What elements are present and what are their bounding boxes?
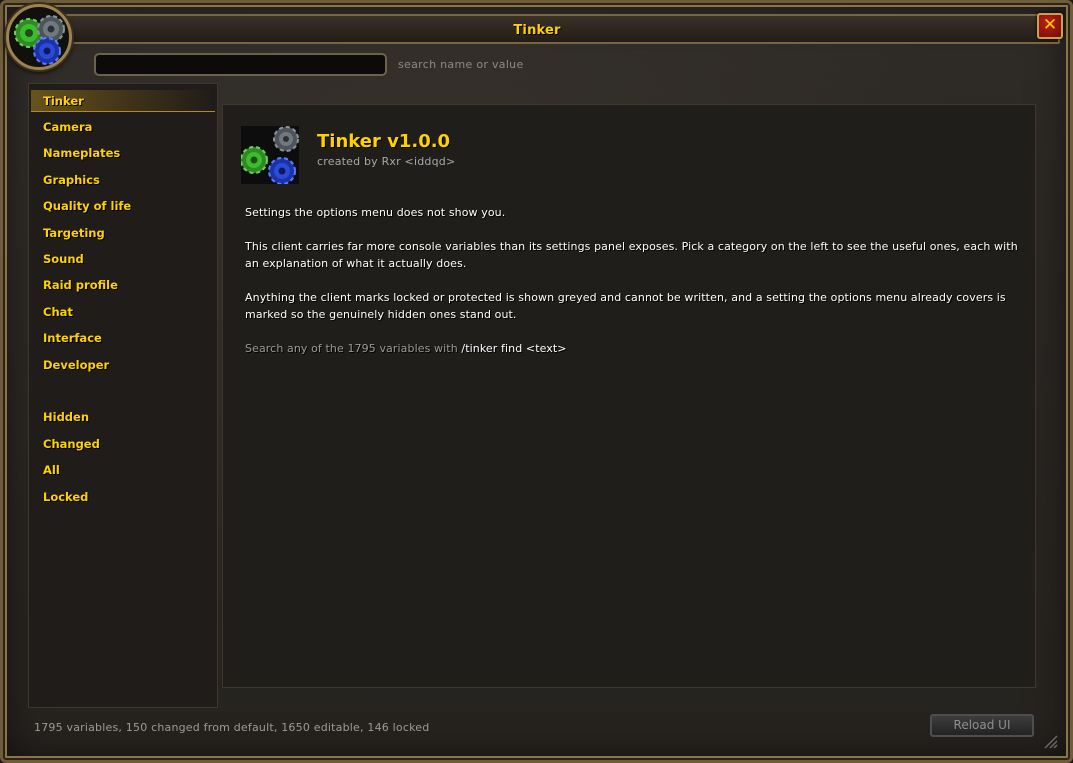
search-hint: search name or value (398, 58, 524, 71)
sidebar-filter-all[interactable]: All (41, 459, 211, 481)
close-button[interactable]: ✕ (1037, 13, 1063, 39)
window-title: Tinker (513, 23, 561, 38)
addon-author: created by Rxr <iddqd> (317, 155, 456, 168)
locked-info-paragraph: Anything the client marks locked or prot… (245, 291, 1006, 321)
sidebar-filter-changed[interactable]: Changed (41, 433, 211, 455)
sidebar-item-nameplates[interactable]: Nameplates (41, 142, 211, 164)
sidebar-item-sound[interactable]: Sound (41, 248, 211, 270)
gears-portrait-icon (6, 4, 72, 70)
sidebar-item-developer[interactable]: Developer (41, 354, 211, 376)
sidebar-item-interface[interactable]: Interface (41, 327, 211, 349)
sidebar-item-chat[interactable]: Chat (41, 301, 211, 323)
hint-command: /tinker find <text> (461, 342, 567, 355)
sidebar-item-raid-profile[interactable]: Raid profile (41, 274, 211, 296)
sidebar-item-camera[interactable]: Camera (41, 116, 211, 138)
sidebar-filter-hidden[interactable]: Hidden (41, 406, 211, 428)
addon-title: Tinker v1.0.0 (317, 131, 451, 152)
intro-paragraph: Settings the options menu does not show … (245, 206, 506, 219)
description-paragraph: This client carries far more console var… (245, 240, 1018, 270)
title-bar[interactable]: Tinker (14, 14, 1060, 44)
gears-icon (241, 126, 299, 184)
sidebar-item-graphics[interactable]: Graphics (41, 169, 211, 191)
resize-grip-icon[interactable] (1042, 733, 1058, 749)
sidebar-filter-locked[interactable]: Locked (41, 486, 211, 508)
search-input[interactable] (94, 53, 387, 76)
main-panel: Tinker v1.0.0 created by Rxr <iddqd> Set… (222, 104, 1036, 688)
hint-prefix: Search any of the 1795 variables with (245, 342, 462, 355)
close-icon: ✕ (1042, 15, 1058, 35)
reload-ui-button[interactable]: Reload UI (930, 714, 1034, 737)
category-sidebar: Tinker Camera Nameplates Graphics Qualit… (28, 83, 218, 708)
sidebar-item-quality-of-life[interactable]: Quality of life (41, 195, 211, 217)
sidebar-item-tinker[interactable]: Tinker (31, 90, 215, 112)
sidebar-item-targeting[interactable]: Targeting (41, 222, 211, 244)
status-text: 1795 variables, 150 changed from default… (34, 721, 430, 734)
search-hint-paragraph: Search any of the 1795 variables with /t… (245, 340, 1035, 357)
